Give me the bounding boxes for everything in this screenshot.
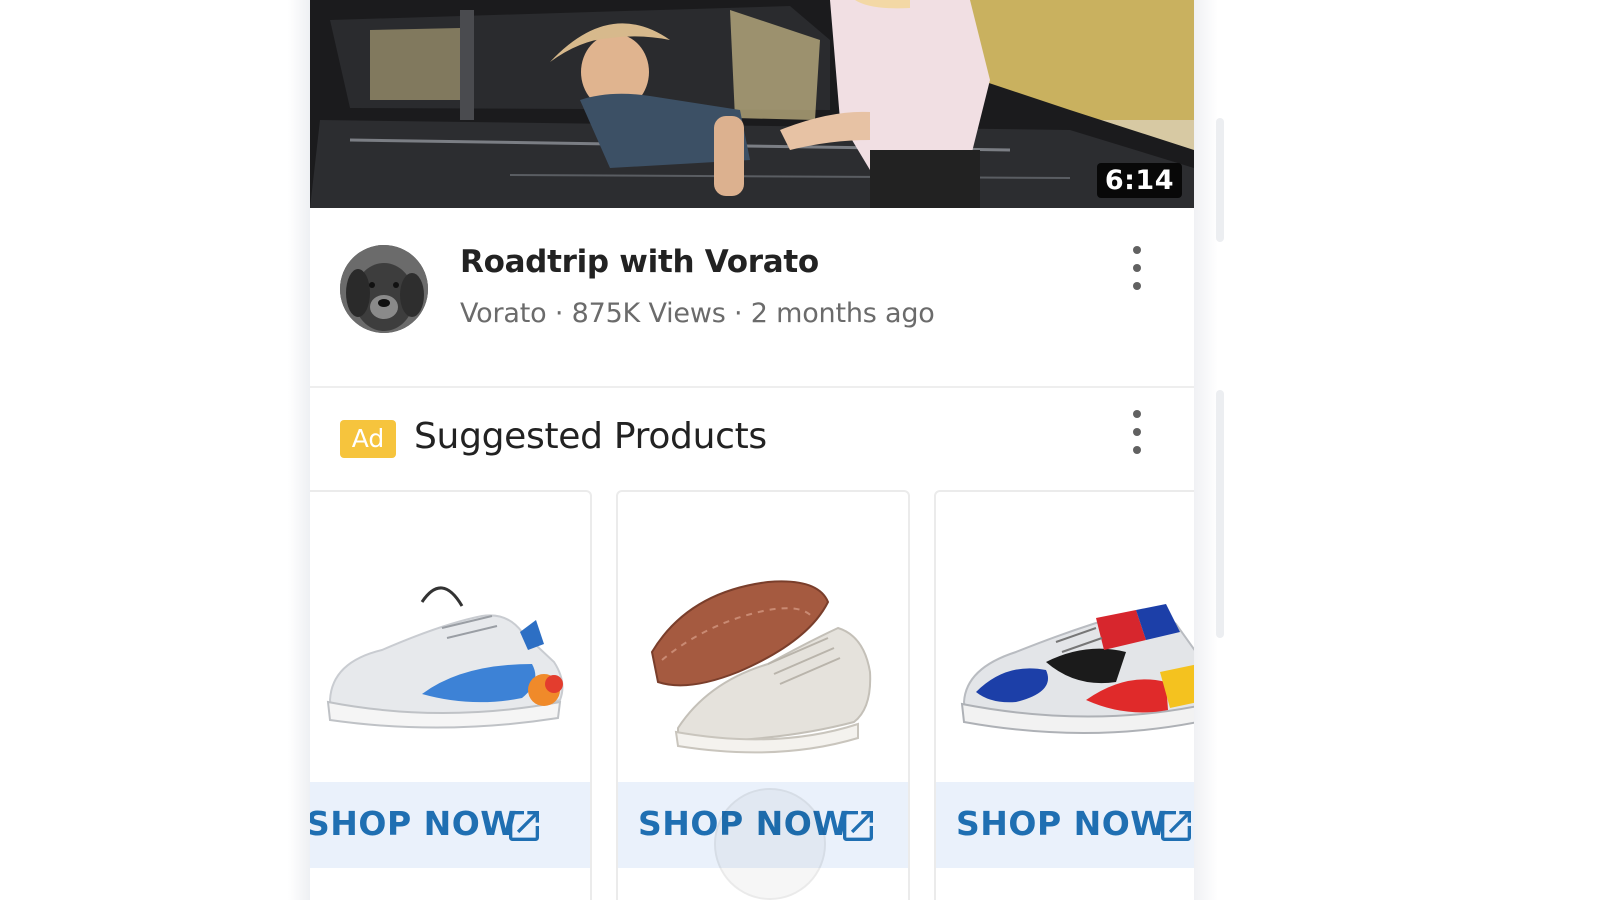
separator: · [554,298,564,329]
upload-age: 2 months ago [750,298,935,329]
white-knit-sneaker-image [650,580,872,754]
video-thumbnail[interactable]: 6:14 [310,0,1194,208]
section-title: Suggested Products [414,416,767,457]
shop-now-button[interactable]: SHOP NOW [310,782,590,868]
device-edge-right [1194,0,1218,900]
multicolor-sneaker-image [960,604,1194,734]
more-vert-icon[interactable] [1125,406,1149,458]
video-metadata: Vorato · 875K Views · 2 months ago [460,298,935,329]
thumbnail-image [310,0,1194,208]
touch-ripple [714,788,826,900]
white-blue-sneaker-image [326,586,564,729]
device-edge-left [288,0,310,900]
dog-avatar-image [340,245,428,333]
product-card[interactable]: SHOP NOW [310,490,592,900]
shop-now-label: SHOP NOW [310,804,518,843]
video-duration: 6:14 [1096,163,1182,198]
channel-avatar[interactable] [340,245,428,333]
shop-now-label: SHOP NOW [956,804,1168,843]
app-screen: 6:14 Roadtrip with Vorato Vorato · 875K … [310,0,1194,900]
more-vert-icon[interactable] [1125,242,1149,294]
open-in-new-icon [1161,811,1191,841]
open-in-new-icon [843,811,873,841]
separator: · [733,298,743,329]
suggested-products-header: Ad Suggested Products [310,390,1194,476]
open-in-new-icon [509,811,539,841]
ad-badge: Ad [340,420,396,458]
video-info-row[interactable]: Roadtrip with Vorato Vorato · 875K Views… [310,208,1194,388]
product-card[interactable]: SHOP NOW [934,490,1194,900]
scrollbar-segment [1216,390,1224,638]
video-title[interactable]: Roadtrip with Vorato [460,244,819,280]
view-count: 875K Views [571,298,726,329]
channel-name[interactable]: Vorato [460,298,547,329]
shop-now-button[interactable]: SHOP NOW [936,782,1194,868]
scrollbar-segment [1216,118,1224,242]
